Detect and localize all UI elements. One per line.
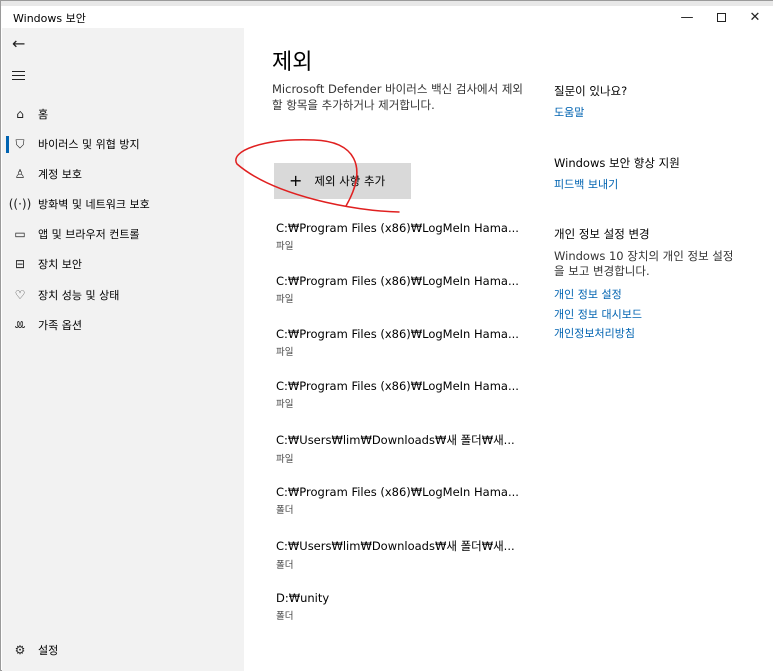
privacy-heading: 개인 정보 설정 변경 xyxy=(554,227,650,241)
exclusion-item[interactable]: D:₩unity 폴더 xyxy=(276,591,506,622)
sidebar-item-4[interactable]: ((·)) 방화벽 및 네트워크 보호 xyxy=(2,189,244,219)
main-content: 제외 Microsoft Defender 바이러스 백신 검사에서 제외할 항… xyxy=(235,28,773,671)
menu-button[interactable] xyxy=(12,68,25,83)
sidebar-item-label: 설정 xyxy=(38,644,59,657)
window-title: Windows 보안 xyxy=(13,12,86,25)
question-heading: 질문이 있나요? xyxy=(554,84,628,98)
close-icon: ✕ xyxy=(749,9,761,25)
exclusion-type: 파일 xyxy=(276,241,294,252)
sidebar-item-label: 앱 및 브라우저 컨트롤 xyxy=(38,228,140,241)
sidebar-item-label: 장치 보안 xyxy=(38,258,82,271)
exclusion-item[interactable]: C:₩Users₩lim₩Downloads₩새 폴더₩새... 폴더 xyxy=(276,538,515,571)
title-bar: Windows 보안 — ✕ xyxy=(1,6,773,28)
sidebar-item-7[interactable]: ♡ 장치 성능 및 상태 xyxy=(2,280,244,310)
sidebar-item-5[interactable]: ▭ 앱 및 브라우저 컨트롤 xyxy=(2,219,244,249)
exclusion-type: 파일 xyxy=(276,293,294,305)
exclusion-item[interactable]: C:₩Program Files (x86)₩LogMeIn Hama... 파일 xyxy=(276,379,519,411)
minimize-icon: — xyxy=(680,9,694,25)
hamburger-icon xyxy=(12,71,25,80)
laptop-icon: ⊟ xyxy=(14,257,26,271)
privacy-description: Windows 10 장치의 개인 정보 설정을 보고 변경합니다. xyxy=(554,249,734,278)
gear-icon: ⚙ xyxy=(14,643,26,657)
exclusion-path: C:₩Program Files (x86)₩LogMeIn Hama... xyxy=(276,273,519,288)
back-button[interactable]: ← xyxy=(12,34,25,53)
sidebar-item-label: 장치 성능 및 상태 xyxy=(38,289,120,302)
page-description: Microsoft Defender 바이러스 백신 검사에서 제외할 항목을 … xyxy=(272,82,524,112)
sidebar-item-label: 바이러스 및 위협 방지 xyxy=(38,138,140,151)
help-link[interactable]: 도움말 xyxy=(554,104,584,120)
page-title: 제외 xyxy=(272,50,313,75)
windows-security-window: Windows 보안 — ✕ ← ⌂ 홈 ⛉ 바이러스 및 위협 방지 ♙ 계정 보호((… xyxy=(0,0,773,671)
back-arrow-icon: ← xyxy=(12,34,26,53)
improve-heading: Windows 보안 향상 지원 xyxy=(554,156,680,170)
exclusion-path: C:₩Program Files (x86)₩LogMeIn Hama... xyxy=(276,326,519,341)
exclusion-type: 폴더 xyxy=(276,505,294,516)
exclusion-type: 파일 xyxy=(276,346,294,358)
sidebar-item-label: 홈 xyxy=(38,108,49,121)
exclusion-path: C:₩Program Files (x86)₩LogMeIn Hama... xyxy=(276,485,519,499)
exclusion-path: C:₩Program Files (x86)₩LogMeIn Hama... xyxy=(276,379,519,394)
sidebar-item-label: 방화벽 및 네트워크 보호 xyxy=(38,198,150,211)
privacy-dashboard-link[interactable]: 개인 정보 대시보드 xyxy=(554,306,642,322)
privacy-settings-link[interactable]: 개인 정보 설정 xyxy=(554,286,622,302)
exclusion-path: D:₩unity xyxy=(276,590,330,605)
feedback-link[interactable]: 피드백 보내기 xyxy=(554,176,618,192)
sidebar-item-3[interactable]: ♙ 계정 보호 xyxy=(2,159,244,189)
sidebar-item-8[interactable]: ꔛ 가족 옵션 xyxy=(2,310,244,340)
person-icon: ♙ xyxy=(14,167,26,181)
add-exclusion-button[interactable]: + 제외 사항 추가 xyxy=(274,163,411,199)
exclusion-item[interactable]: C:₩Users₩lim₩Downloads₩새 폴더₩새... 파일 xyxy=(276,432,515,466)
exclusion-type: 폴더 xyxy=(276,559,294,571)
exclusion-type: 폴더 xyxy=(276,610,294,622)
minimize-button[interactable]: — xyxy=(669,6,705,28)
sidebar-item-2[interactable]: ⛉ 바이러스 및 위협 방지 xyxy=(2,129,244,159)
shield-icon: ⛉ xyxy=(15,136,25,151)
exclusion-item[interactable]: C:₩Program Files (x86)₩LogMeIn Hama... 폴더 xyxy=(276,485,519,516)
home-icon: ⌂ xyxy=(16,107,24,121)
exclusion-item[interactable]: C:₩Program Files (x86)₩LogMeIn Hama... 파일 xyxy=(276,221,519,252)
exclusion-path: C:₩Program Files (x86)₩LogMeIn Hama... xyxy=(276,221,519,235)
wifi-antenna-icon: ((·)) xyxy=(8,197,32,211)
app-window-icon: ▭ xyxy=(14,227,26,241)
maximize-button[interactable] xyxy=(703,6,739,28)
sidebar-item-label: 계정 보호 xyxy=(38,168,82,181)
exclusion-item[interactable]: C:₩Program Files (x86)₩LogMeIn Hama... 파일 xyxy=(276,273,519,305)
privacy-policy-link[interactable]: 개인정보처리방침 xyxy=(554,325,635,341)
sidebar-item-settings[interactable]: ⚙ 설정 xyxy=(2,635,244,665)
maximize-icon xyxy=(716,12,726,22)
exclusion-path: C:₩Users₩lim₩Downloads₩새 폴더₩새... xyxy=(276,538,515,553)
exclusion-item[interactable]: C:₩Program Files (x86)₩LogMeIn Hama... 파일 xyxy=(276,326,519,358)
exclusion-path: C:₩Users₩lim₩Downloads₩새 폴더₩새... xyxy=(276,433,515,448)
sidebar-item-1[interactable]: ⌂ 홈 xyxy=(2,99,244,129)
add-exclusion-label: 제외 사항 추가 xyxy=(314,174,386,188)
exclusion-type: 파일 xyxy=(276,454,294,466)
sidebar-item-6[interactable]: ⊟ 장치 보안 xyxy=(2,249,244,279)
family-icon: ꔛ xyxy=(14,317,26,332)
close-button[interactable]: ✕ xyxy=(737,6,773,28)
heart-pulse-icon: ♡ xyxy=(14,288,26,302)
sidebar: ← ⌂ 홈 ⛉ 바이러스 및 위협 방지 ♙ 계정 보호 ((·)) 방화벽 및 네트워크 보… xyxy=(2,28,244,671)
exclusion-type: 파일 xyxy=(276,399,294,411)
sidebar-item-label: 가족 옵션 xyxy=(38,319,82,332)
plus-icon: + xyxy=(289,171,303,190)
